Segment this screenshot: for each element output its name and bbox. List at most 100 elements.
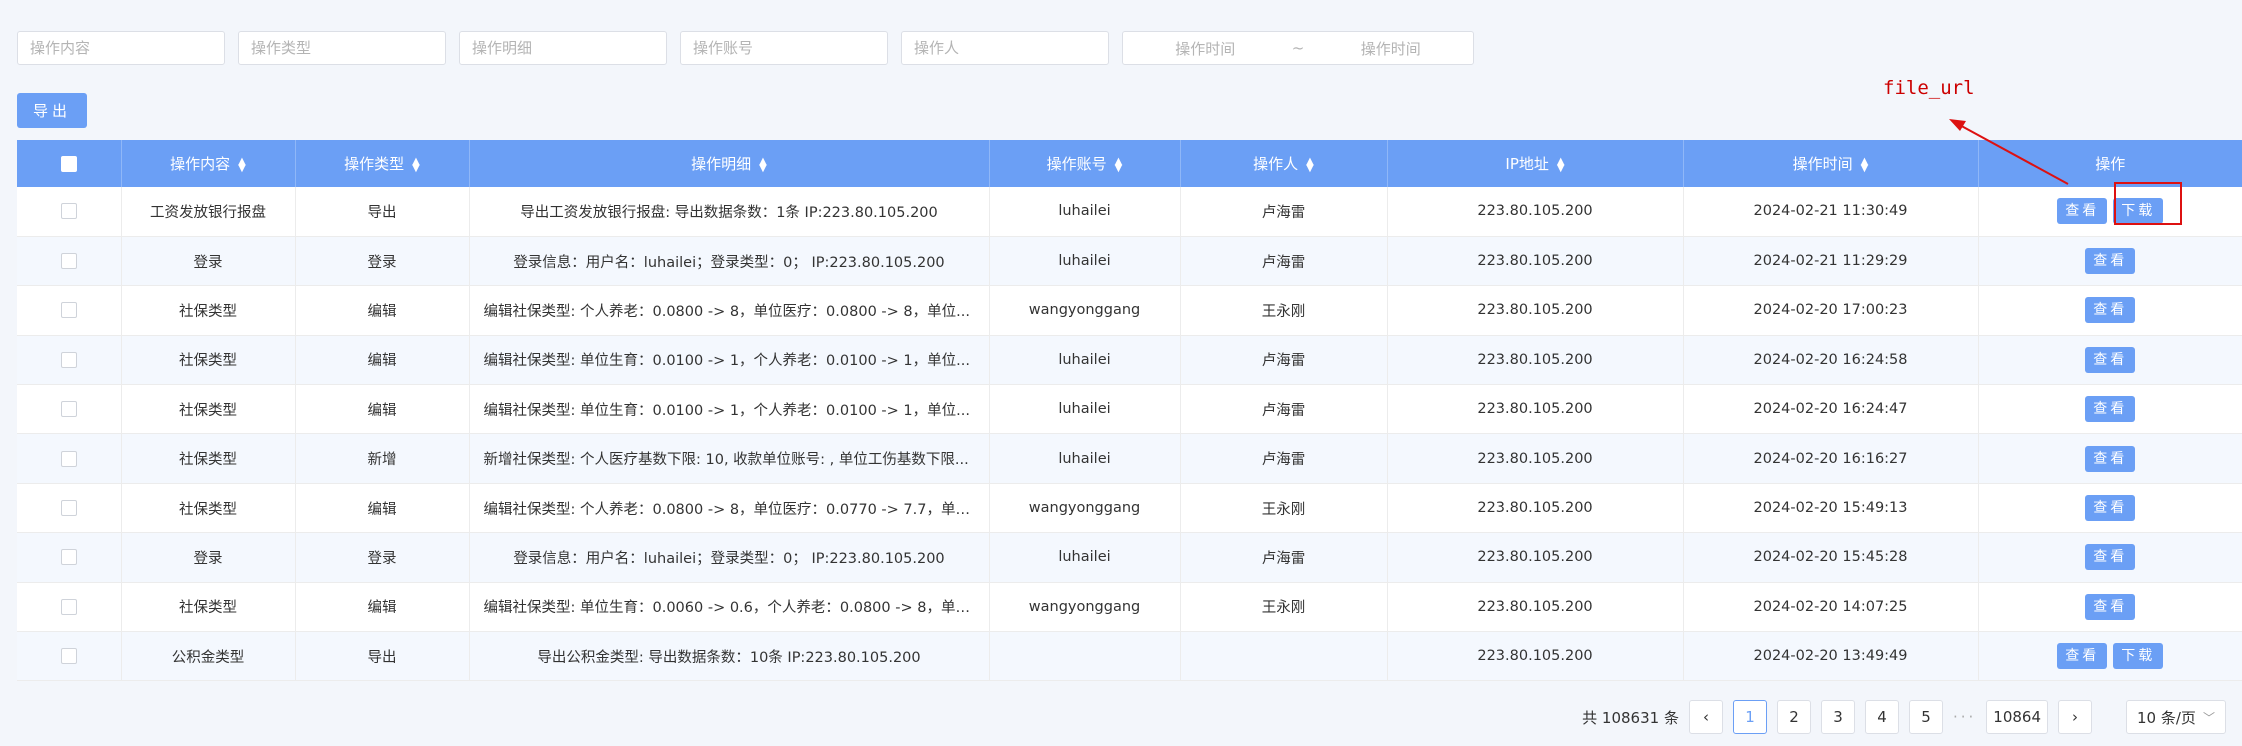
sort-icon[interactable]: ▲ ▼ <box>1306 156 1314 173</box>
cell-time: 2024-02-20 16:24:47 <box>1683 384 1979 434</box>
filter-detail-input[interactable] <box>459 31 667 65</box>
view-button[interactable]: 查看 <box>2085 544 2136 571</box>
row-checkbox[interactable] <box>60 450 77 467</box>
cell-ip: 223.80.105.200 <box>1387 285 1684 336</box>
view-button[interactable]: 查看 <box>2085 495 2136 522</box>
row-checkbox[interactable] <box>60 401 77 418</box>
filter-time-range[interactable]: 操作时间 ~ 操作时间 <box>1122 31 1474 65</box>
page-ellipsis[interactable]: ··· <box>1953 708 1976 726</box>
cell-operator: 王永刚 <box>1180 285 1388 336</box>
cell-type: 编辑 <box>295 335 470 385</box>
row-select-cell[interactable] <box>17 384 122 434</box>
pagination-total: 共 108631 条 <box>1582 708 1679 727</box>
row-select-cell[interactable] <box>17 285 122 336</box>
select-all-checkbox[interactable] <box>60 156 77 172</box>
row-checkbox[interactable] <box>60 253 77 270</box>
header-select-all[interactable] <box>17 140 122 187</box>
row-checkbox[interactable] <box>60 598 77 615</box>
page-size-value: 10 条/页 <box>2137 708 2196 727</box>
cell-account: luhailei <box>989 187 1181 237</box>
cell-type: 编辑 <box>295 483 470 533</box>
view-button[interactable]: 查看 <box>2085 445 2136 472</box>
header-account[interactable]: 操作账号 ▲ ▼ <box>989 140 1181 187</box>
header-type[interactable]: 操作类型 ▲ ▼ <box>295 140 470 187</box>
header-ip[interactable]: IP地址 ▲ ▼ <box>1387 140 1684 187</box>
header-content[interactable]: 操作内容 ▲ ▼ <box>121 140 296 187</box>
cell-content: 社保类型 <box>121 335 296 385</box>
view-button[interactable]: 查看 <box>2085 593 2136 620</box>
cell-detail: 编辑社保类型: 个人养老：0.0800 -> 8，单位医疗：0.0770 -> … <box>469 483 990 533</box>
row-select-cell[interactable] <box>17 335 122 385</box>
view-button[interactable]: 查看 <box>2057 198 2108 225</box>
header-detail[interactable]: 操作明细 ▲ ▼ <box>469 140 990 187</box>
page-button-4[interactable]: 4 <box>1864 700 1899 734</box>
filter-type-input[interactable] <box>238 31 446 65</box>
table-header-row: 操作内容 ▲ ▼ 操作类型 ▲ ▼ 操作明细 ▲ ▼ 操作账号 ▲ ▼ 操作人 ▲ ▼ IP地址 ▲ ▼… <box>17 140 2242 187</box>
page-button-1[interactable]: 1 <box>1732 700 1767 734</box>
cell-time: 2024-02-21 11:30:49 <box>1683 187 1979 237</box>
cell-type: 导出 <box>295 631 470 681</box>
row-select-cell[interactable] <box>17 582 122 632</box>
cell-detail: 导出工资发放银行报盘: 导出数据条数：1条 IP:223.80.105.200 <box>469 187 990 237</box>
page-button-2[interactable]: 2 <box>1776 700 1811 734</box>
row-select-cell[interactable] <box>17 236 122 286</box>
view-button[interactable]: 查看 <box>2085 346 2136 373</box>
log-table: 操作内容 ▲ ▼ 操作类型 ▲ ▼ 操作明细 ▲ ▼ 操作账号 ▲ ▼ 操作人 ▲ ▼ IP地址 ▲ ▼… <box>17 140 2242 681</box>
cell-operator: 卢海雷 <box>1180 335 1388 385</box>
row-checkbox[interactable] <box>60 500 77 517</box>
row-checkbox[interactable] <box>60 351 77 368</box>
cell-time: 2024-02-20 17:00:23 <box>1683 285 1979 336</box>
header-time[interactable]: 操作时间 ▲ ▼ <box>1683 140 1979 187</box>
next-page-button[interactable]: › <box>2058 700 2092 734</box>
cell-detail: 新增社保类型: 个人医疗基数下限: 10, 收款单位账号: , 单位工伤基数下限… <box>469 433 990 484</box>
cell-actions: 查看 <box>1978 335 2242 384</box>
cell-account <box>989 631 1181 681</box>
cell-detail: 导出公积金类型: 导出数据条数：10条 IP:223.80.105.200 <box>469 631 990 681</box>
row-select-cell[interactable] <box>17 631 122 681</box>
prev-page-button[interactable]: ‹ <box>1688 700 1723 734</box>
download-button[interactable]: 下载 <box>2113 643 2164 670</box>
row-checkbox[interactable] <box>60 648 77 665</box>
row-checkbox[interactable] <box>60 203 77 220</box>
cell-type: 导出 <box>295 187 470 237</box>
page-button-3[interactable]: 3 <box>1820 700 1855 734</box>
filter-account-input[interactable] <box>680 31 888 65</box>
cell-time: 2024-02-20 14:07:25 <box>1683 582 1979 632</box>
table-row: 社保类型 编辑 编辑社保类型: 单位生育：0.0060 -> 0.6，个人养老：0.… <box>17 582 2242 632</box>
row-select-cell[interactable] <box>17 433 122 484</box>
cell-type: 编辑 <box>295 582 470 632</box>
cell-content: 社保类型 <box>121 285 296 336</box>
view-button[interactable]: 查看 <box>2085 248 2136 275</box>
cell-detail: 编辑社保类型: 单位生育：0.0100 -> 1，个人养老：0.0100 -> … <box>469 384 990 434</box>
cell-account: luhailei <box>989 335 1181 385</box>
sort-icon[interactable]: ▲ ▼ <box>1557 156 1565 173</box>
row-checkbox[interactable] <box>60 549 77 566</box>
cell-actions: 查看 <box>1978 434 2242 483</box>
view-button[interactable]: 查看 <box>2057 643 2108 670</box>
cell-ip: 223.80.105.200 <box>1387 236 1684 286</box>
row-select-cell[interactable] <box>17 187 122 237</box>
page-size-select[interactable]: 10 条/页 ﹀ <box>2126 700 2226 734</box>
page-button-last[interactable]: 10864 <box>1986 700 2048 734</box>
header-operator[interactable]: 操作人 ▲ ▼ <box>1180 140 1388 187</box>
cell-operator: 卢海雷 <box>1180 384 1388 434</box>
cell-content: 社保类型 <box>121 433 296 484</box>
filter-content-input[interactable] <box>17 31 225 65</box>
row-select-cell[interactable] <box>17 532 122 583</box>
filter-operator-input[interactable] <box>901 31 1109 65</box>
sort-icon[interactable]: ▲ ▼ <box>412 156 420 173</box>
row-checkbox[interactable] <box>60 302 77 319</box>
cell-content: 登录 <box>121 532 296 583</box>
sort-icon[interactable]: ▲ ▼ <box>1861 156 1869 173</box>
sort-icon[interactable]: ▲ ▼ <box>759 156 767 173</box>
cell-time: 2024-02-20 16:16:27 <box>1683 433 1979 484</box>
export-button[interactable]: 导出 <box>17 93 87 128</box>
sort-icon[interactable]: ▲ ▼ <box>238 156 246 173</box>
cell-account: wangyonggang <box>989 582 1181 632</box>
chevron-left-icon: ‹ <box>1702 708 1709 726</box>
page-button-5[interactable]: 5 <box>1908 700 1943 734</box>
row-select-cell[interactable] <box>17 483 122 533</box>
sort-icon[interactable]: ▲ ▼ <box>1115 156 1123 173</box>
view-button[interactable]: 查看 <box>2085 297 2136 324</box>
view-button[interactable]: 查看 <box>2085 396 2136 423</box>
